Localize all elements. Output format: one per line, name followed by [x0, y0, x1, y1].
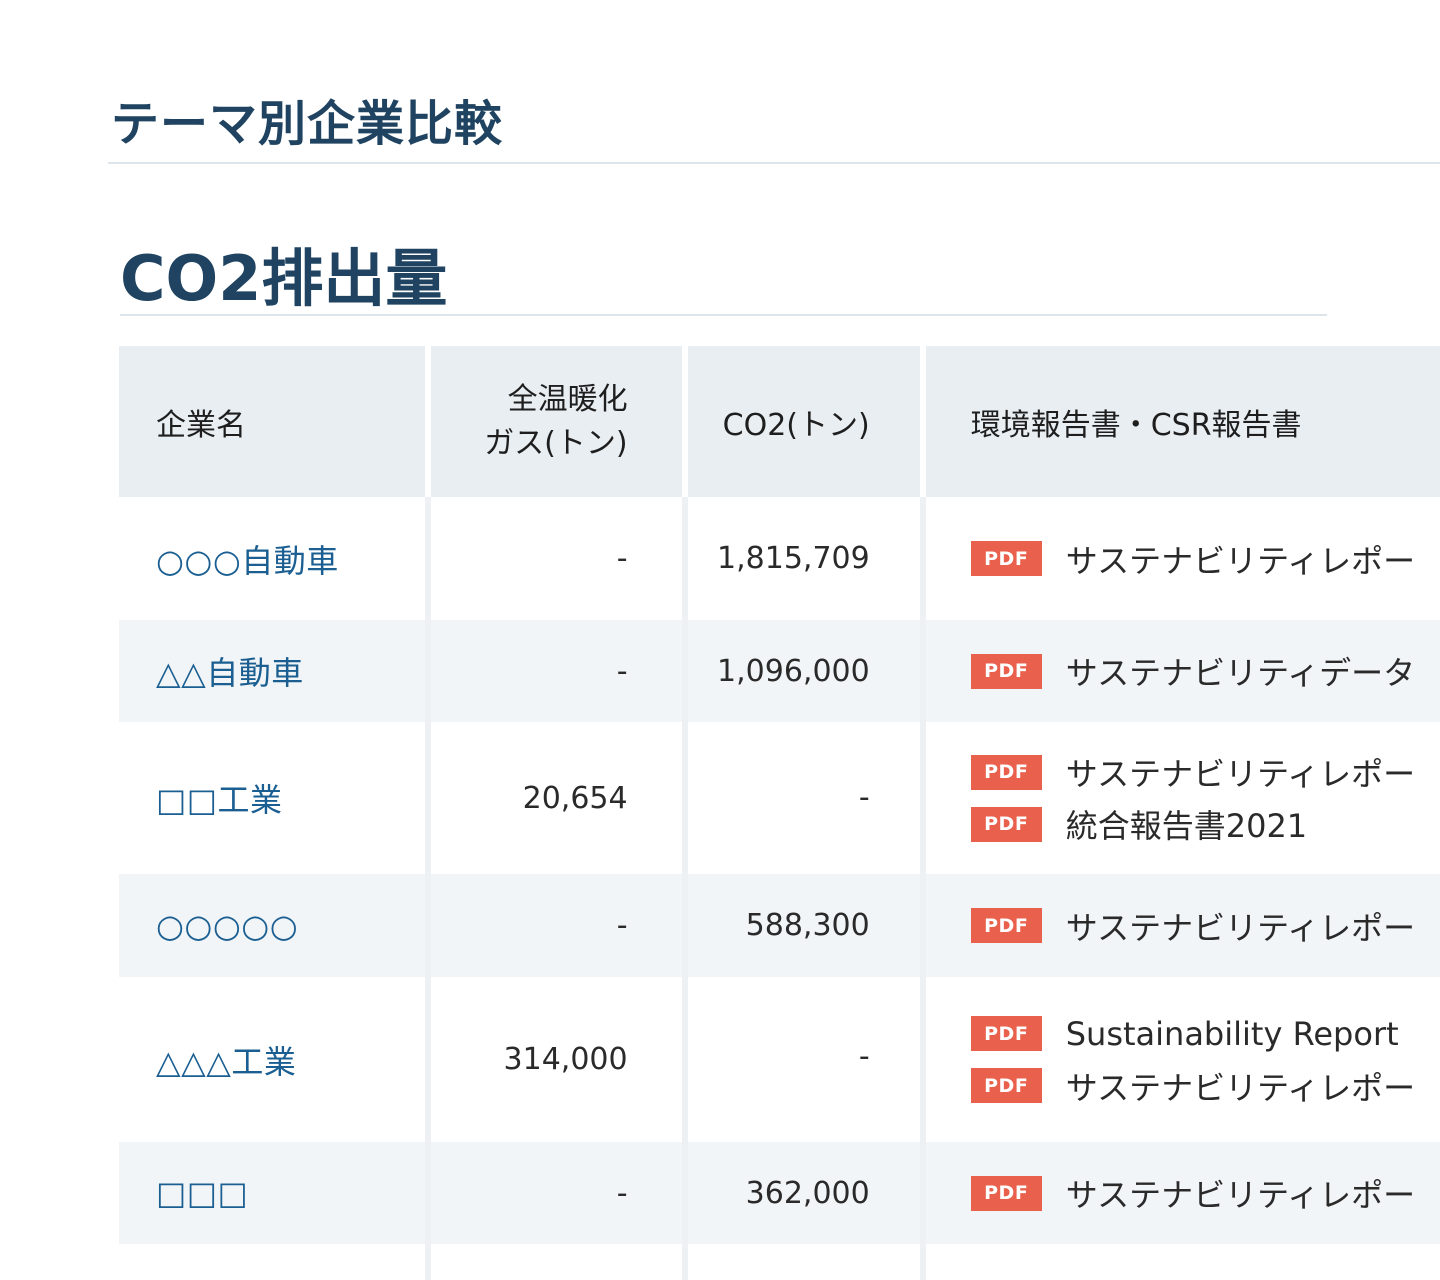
- company-link[interactable]: △△△工業: [156, 1037, 296, 1083]
- co2-cell: 1,096,000: [687, 620, 920, 722]
- company-cell: □□工業: [119, 722, 425, 874]
- ghg-value: -: [616, 1175, 628, 1211]
- pdf-icon: PDF: [970, 653, 1042, 689]
- ghg-cell: 20,654: [430, 722, 682, 874]
- table-row: ○○○自動車 - 1,815,709 PDF サステナビリティレポー: [119, 497, 1440, 620]
- co2-cell: 588,300: [687, 874, 920, 977]
- co2-cell: -: [687, 722, 920, 874]
- pdf-icon: PDF: [970, 1175, 1042, 1211]
- pdf-icon: PDF: [970, 1068, 1042, 1103]
- comparison-table: 企業名 全温暖化 ガス(トン) CO2(トン) 環境報告書・CSR報告書 ○○○…: [119, 346, 1440, 1280]
- report-link[interactable]: PDF サステナビリティレポー: [970, 900, 1415, 952]
- table-row: ○○○○○ - 588,300 PDF サステナビリティレポー: [119, 874, 1440, 977]
- reports-cell: PDF サステナビリティレポー: [925, 1142, 1440, 1244]
- reports-cell: PDF サステナビリティレポー PDF 統合報告書2021: [925, 722, 1440, 874]
- table-row: △△自動車 - 1,096,000 PDF サステナビリティデータ: [119, 620, 1440, 722]
- company-link[interactable]: □□工業: [156, 775, 282, 821]
- report-title[interactable]: サステナビリティデータ: [1066, 648, 1415, 694]
- reports-cell: PDF サステナビリティレポー: [925, 497, 1440, 620]
- company-cell: ○○○自動車: [119, 497, 425, 620]
- header-co2: CO2(トン): [687, 346, 920, 497]
- company-link[interactable]: ○○○○○: [156, 907, 298, 945]
- co2-cell: 1,815,709: [687, 497, 920, 620]
- ghg-cell: -: [430, 620, 682, 722]
- report-title[interactable]: サステナビリティレポー: [1066, 1170, 1415, 1216]
- ghg-cell: -: [430, 1142, 682, 1244]
- company-cell: [119, 1244, 425, 1280]
- ghg-cell: -: [430, 497, 682, 620]
- co2-cell: [687, 1244, 920, 1280]
- reports-cell: PDF サステナビリティデータ: [925, 620, 1440, 722]
- pdf-icon: PDF: [970, 541, 1042, 576]
- report-title[interactable]: サステナビリティレポー: [1066, 536, 1415, 582]
- company-cell: △△△工業: [119, 977, 425, 1142]
- reports-cell: PDF サステナビリティレポー: [925, 874, 1440, 977]
- co2-value: 1,096,000: [717, 653, 870, 689]
- report-title[interactable]: サステナビリティレポー: [1066, 1063, 1415, 1109]
- company-cell: ○○○○○: [119, 874, 425, 977]
- ghg-value: 20,654: [522, 780, 628, 816]
- report-link[interactable]: PDF サステナビリティデータ: [970, 645, 1415, 697]
- report-link[interactable]: PDF サステナビリティレポー: [970, 746, 1415, 798]
- report-link[interactable]: PDF サステナビリティレポー: [970, 1060, 1415, 1112]
- title-divider: [108, 162, 1440, 164]
- report-title[interactable]: 統合報告書2021: [1066, 801, 1307, 847]
- report-link[interactable]: PDF サステナビリティレポー: [970, 1167, 1415, 1219]
- header-company-label: 企業名: [156, 407, 246, 443]
- pdf-icon: PDF: [970, 1016, 1042, 1051]
- co2-value: 1,815,709: [717, 541, 870, 576]
- company-cell: △△自動車: [119, 620, 425, 722]
- report-link[interactable]: PDF Sustainability Report: [970, 1008, 1399, 1060]
- page-title: テーマ別企業比較: [111, 96, 504, 152]
- ghg-cell: [430, 1244, 682, 1280]
- pdf-icon: PDF: [970, 754, 1042, 790]
- reports-cell: [925, 1244, 1440, 1280]
- co2-cell: 362,000: [687, 1142, 920, 1244]
- report-title[interactable]: サステナビリティレポー: [1066, 903, 1415, 949]
- ghg-value: -: [616, 541, 628, 576]
- page: テーマ別企業比較 CO2排出量 企業名 全温暖化 ガス(トン) CO2(トン) …: [0, 0, 1440, 1280]
- table-row: □□□ - 362,000 PDF サステナビリティレポー: [119, 1142, 1440, 1244]
- ghg-cell: -: [430, 874, 682, 977]
- header-ghg-line1: 全温暖化: [507, 381, 628, 417]
- co2-value: -: [858, 1039, 870, 1074]
- section-divider: [120, 314, 1327, 316]
- table-row: [119, 1244, 1440, 1280]
- company-cell: □□□: [119, 1142, 425, 1244]
- header-company: 企業名: [119, 346, 425, 497]
- header-reports: 環境報告書・CSR報告書: [925, 346, 1440, 497]
- table-row: △△△工業 314,000 - PDF Sustainability Repor…: [119, 977, 1440, 1142]
- report-link[interactable]: PDF サステナビリティレポー: [970, 533, 1415, 585]
- header-ghg: 全温暖化 ガス(トン): [430, 346, 682, 497]
- pdf-icon: PDF: [970, 806, 1042, 842]
- table-row: □□工業 20,654 - PDF サステナビリティレポー PDF 統合報告書2…: [119, 722, 1440, 874]
- header-reports-label: 環境報告書・CSR報告書: [970, 407, 1302, 443]
- header-co2-label: CO2(トン): [722, 407, 870, 443]
- ghg-cell: 314,000: [430, 977, 682, 1142]
- section-title: CO2排出量: [120, 242, 448, 315]
- ghg-value: -: [616, 653, 628, 689]
- co2-value: 362,000: [745, 1175, 870, 1211]
- company-link[interactable]: △△自動車: [156, 648, 304, 694]
- pdf-icon: PDF: [970, 908, 1042, 943]
- report-link[interactable]: PDF 統合報告書2021: [970, 798, 1307, 850]
- reports-cell: PDF Sustainability Report PDF サステナビリティレポ…: [925, 977, 1440, 1142]
- company-link[interactable]: □□□: [156, 1174, 248, 1212]
- ghg-value: -: [616, 908, 628, 943]
- table-header-row: 企業名 全温暖化 ガス(トン) CO2(トン) 環境報告書・CSR報告書: [119, 346, 1440, 497]
- header-ghg-line2: ガス(トン): [484, 425, 628, 461]
- ghg-value: 314,000: [503, 1042, 628, 1077]
- report-title[interactable]: サステナビリティレポー: [1066, 749, 1415, 795]
- report-title[interactable]: Sustainability Report: [1066, 1015, 1399, 1053]
- co2-cell: -: [687, 977, 920, 1142]
- co2-value: 588,300: [745, 908, 870, 943]
- company-link[interactable]: ○○○自動車: [156, 536, 339, 582]
- co2-value: -: [858, 780, 870, 815]
